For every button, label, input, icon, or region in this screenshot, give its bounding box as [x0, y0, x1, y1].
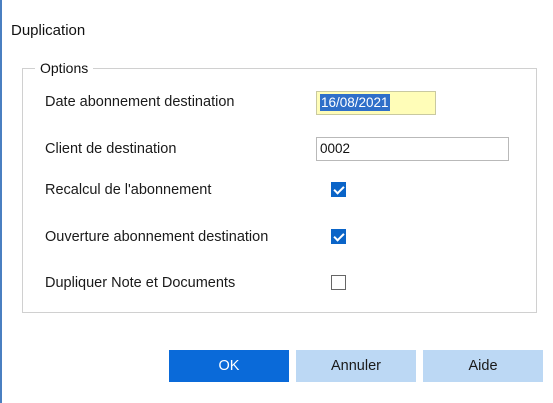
cancel-button[interactable]: Annuler [296, 350, 416, 382]
recalcul-checkbox[interactable] [331, 182, 346, 197]
ouverture-label: Ouverture abonnement destination [45, 229, 269, 245]
dialog-title: Duplication [11, 22, 86, 39]
client-input[interactable]: 0002 [316, 137, 509, 161]
date-value: 16/08/2021 [320, 94, 390, 111]
dupliquer-checkbox[interactable] [331, 275, 346, 290]
dupliquer-label: Dupliquer Note et Documents [45, 275, 236, 291]
duplication-dialog: Duplication Options Date abonnement dest… [0, 0, 553, 403]
recalcul-label: Recalcul de l'abonnement [45, 182, 212, 198]
date-input[interactable]: 16/08/2021 [316, 91, 436, 115]
ok-button[interactable]: OK [169, 350, 289, 382]
options-legend: Options [35, 60, 94, 76]
help-button[interactable]: Aide [423, 350, 543, 382]
client-label: Client de destination [45, 141, 177, 157]
client-value: 0002 [320, 141, 351, 156]
date-label: Date abonnement destination [45, 94, 235, 110]
ouverture-checkbox[interactable] [331, 229, 346, 244]
